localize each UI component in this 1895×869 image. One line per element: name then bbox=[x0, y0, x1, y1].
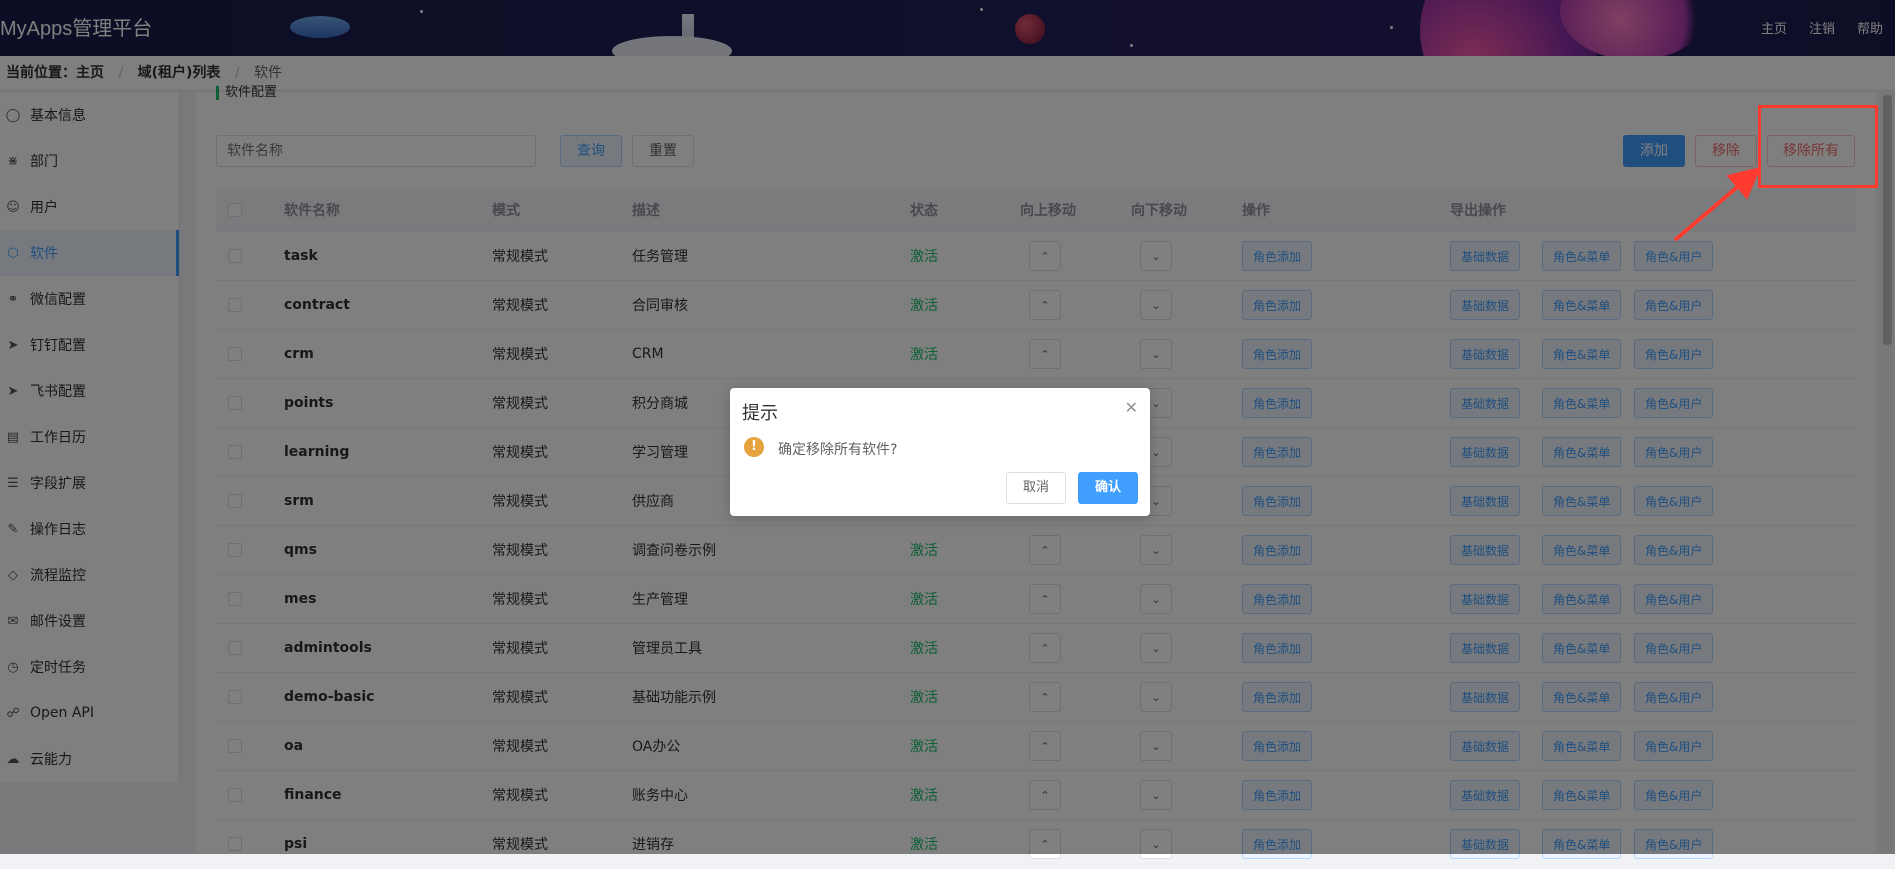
confirm-dialog: 提示 ✕ ! 确定移除所有软件? 取消 确认 bbox=[730, 388, 1150, 516]
dialog-title: 提示 bbox=[742, 403, 778, 424]
warning-icon: ! bbox=[744, 437, 764, 457]
confirm-button[interactable]: 确认 bbox=[1078, 472, 1138, 504]
cancel-button[interactable]: 取消 bbox=[1006, 472, 1066, 504]
dialog-message: 确定移除所有软件? bbox=[778, 442, 898, 458]
close-icon[interactable]: ✕ bbox=[1125, 398, 1138, 417]
annotation-highlight-box bbox=[1758, 105, 1878, 188]
